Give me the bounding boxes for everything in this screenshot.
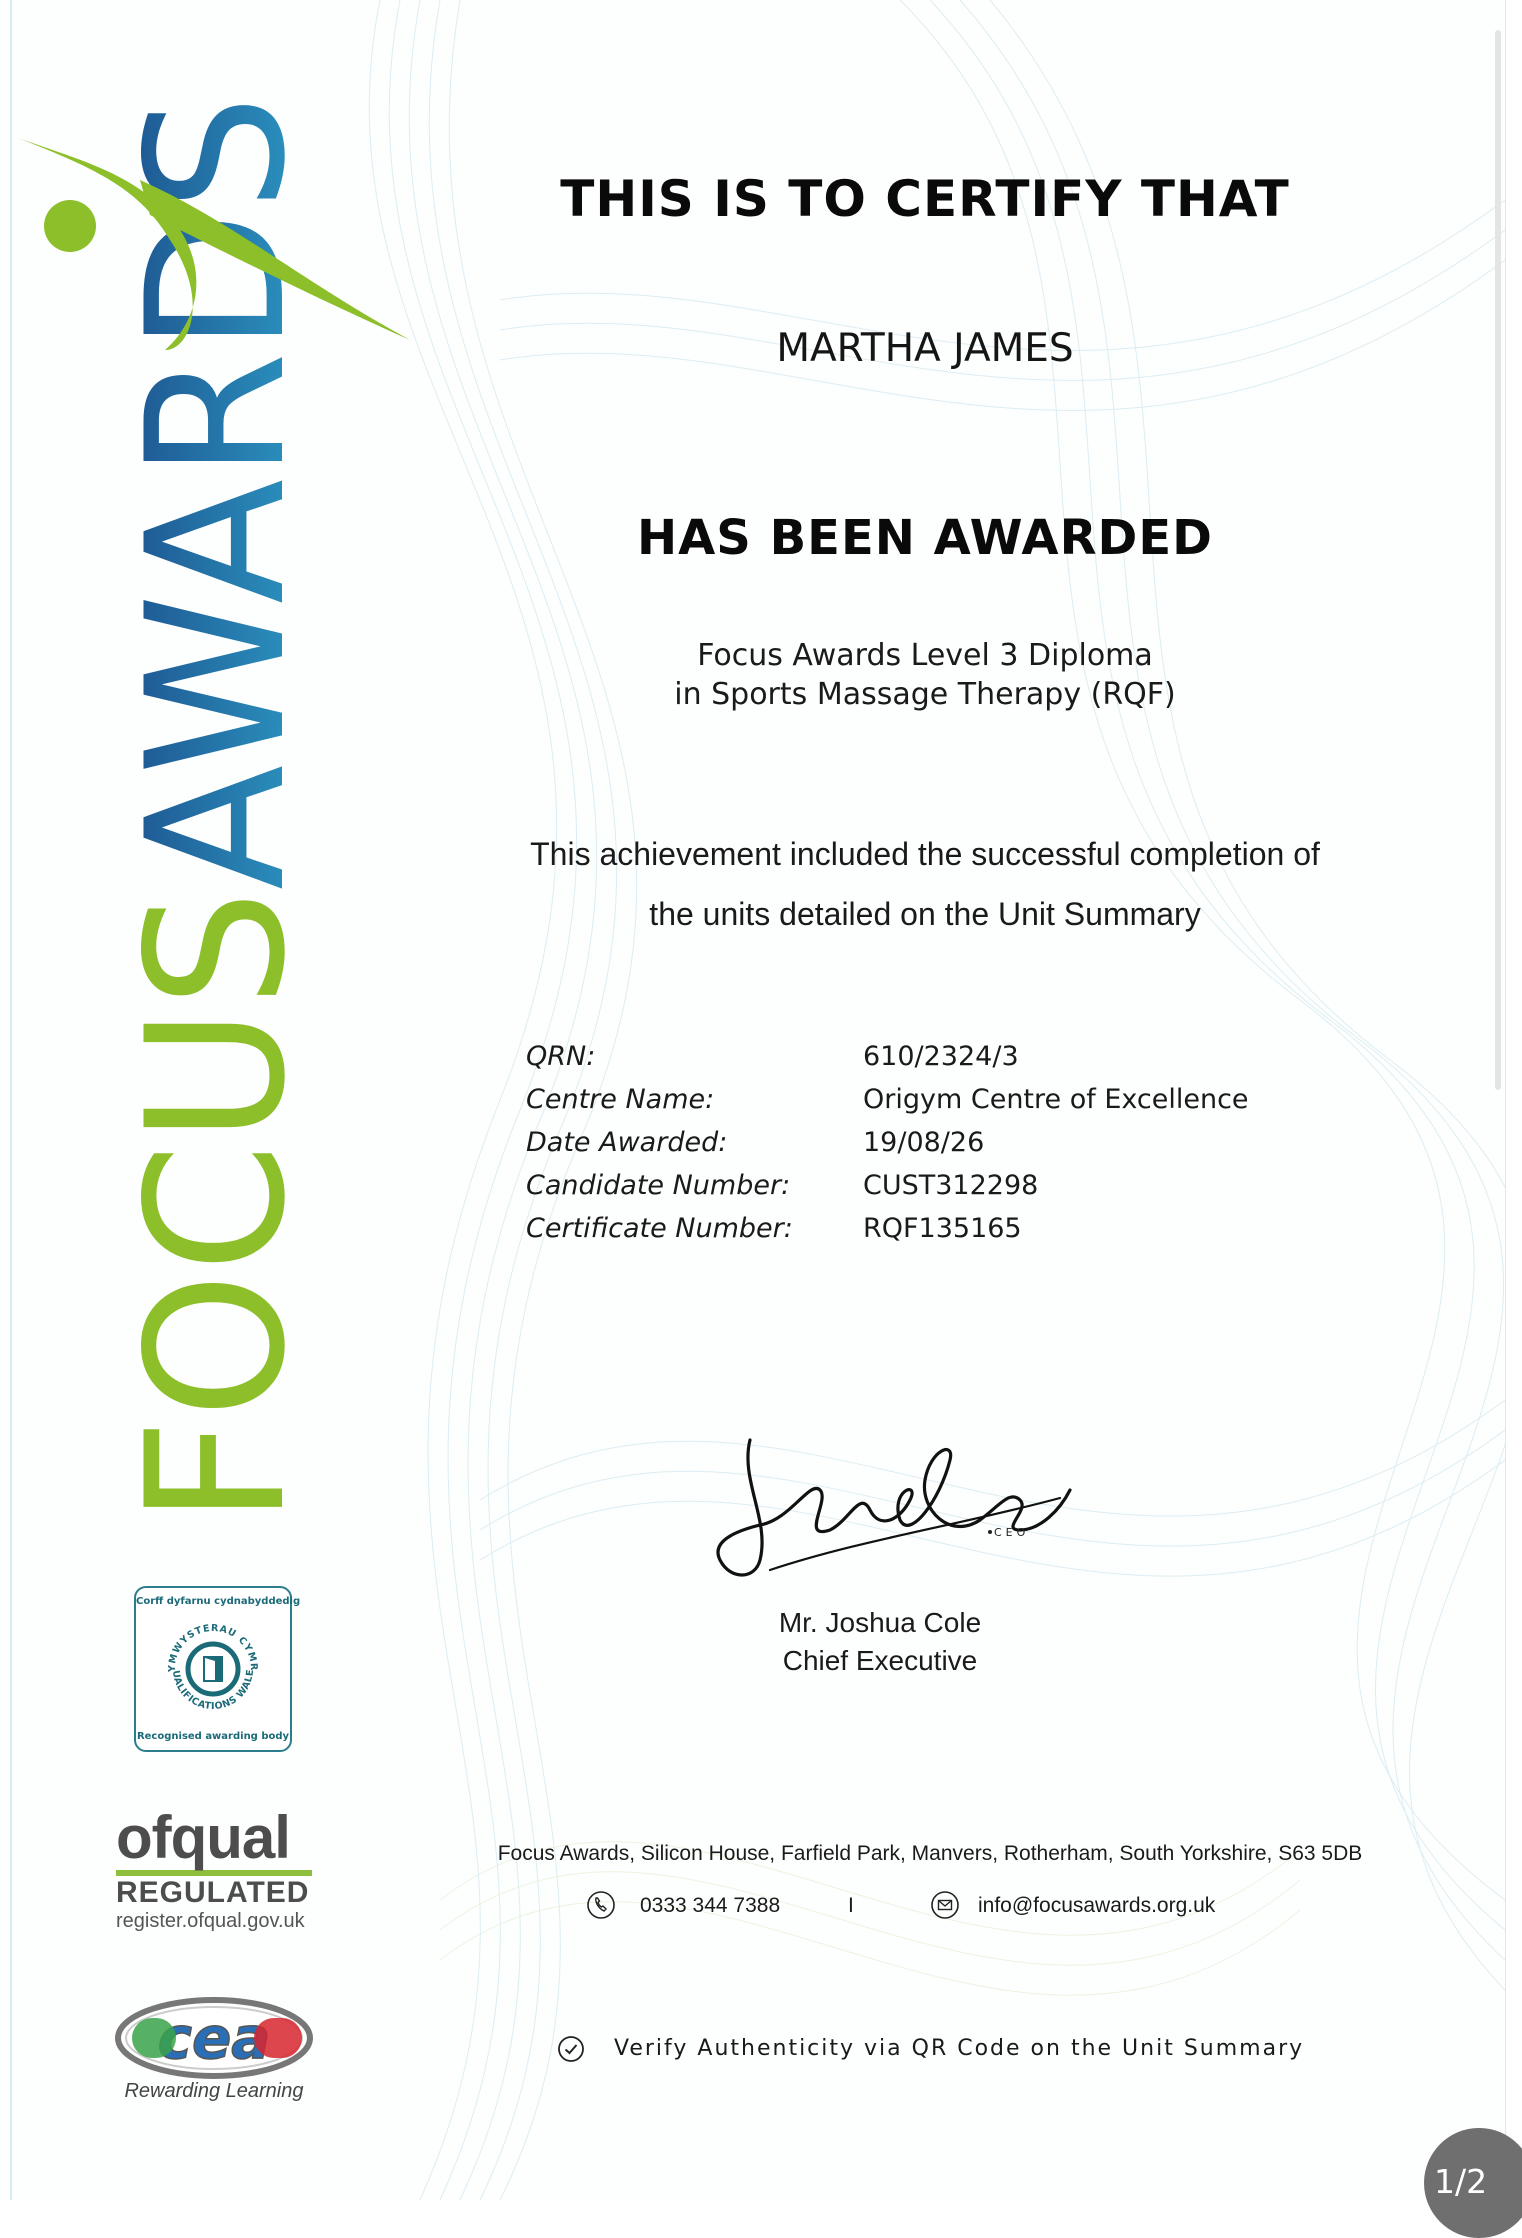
cea-emblem: cea bbox=[115, 1997, 313, 2079]
detail-label: Date Awarded: bbox=[526, 1127, 728, 1158]
signature: Joshua Cole CEO bbox=[716, 1438, 1072, 1577]
footer-address: Focus Awards, Silicon House, Farfield Pa… bbox=[497, 1842, 1363, 1865]
signature-suffix: CEO bbox=[994, 1526, 1029, 1539]
detail-label: QRN: bbox=[526, 1041, 596, 1072]
footer-email[interactable]: info@focusawards.org.uk bbox=[978, 1894, 1215, 1918]
signatory-name: Mr. Joshua Cole bbox=[778, 1607, 982, 1638]
achievement-line-2: the units detailed on the Unit Summary bbox=[649, 896, 1201, 932]
ofqual-logo: ofqual REGULATED register.ofqual.gov.uk bbox=[116, 1808, 326, 1932]
footer-separator: I bbox=[848, 1894, 854, 1917]
heading-awarded: HAS BEEN AWARDED bbox=[636, 510, 1213, 566]
scrollbar-thumb[interactable] bbox=[1495, 30, 1501, 1090]
qw-emblem: CYMWYSTERAU CYMRU QUALIFICATIONS WALES bbox=[158, 1614, 258, 1712]
verify-text: Verify Authenticity via QR Code on the U… bbox=[614, 2036, 1305, 2061]
qualifications-wales-badge: Corff dyfarnu cydnabyddedig CYMWYSTERAU … bbox=[134, 1586, 301, 1752]
ofqual-regulated: REGULATED bbox=[116, 1876, 310, 1909]
detail-label: Centre Name: bbox=[526, 1084, 715, 1115]
qualification-line-2: in Sports Massage Therapy (RQF) bbox=[674, 677, 1176, 712]
achievement-text: This achievement included the successful… bbox=[470, 824, 1380, 944]
ofqual-site: register.ofqual.gov.uk bbox=[116, 1910, 305, 1932]
signatory: Mr. Joshua Cole Chief Executive bbox=[680, 1604, 1080, 1680]
recipient-name: MARTHA JAMES bbox=[776, 326, 1074, 371]
detail-label: Candidate Number: bbox=[526, 1170, 791, 1201]
detail-value: 610/2324/3 bbox=[863, 1041, 1019, 1072]
phone-icon bbox=[587, 1891, 615, 1919]
brand-word-awards: AWARDS bbox=[106, 95, 327, 890]
achievement-line-1: This achievement included the successful… bbox=[530, 836, 1320, 872]
detail-value: CUST312298 bbox=[863, 1170, 1039, 1201]
detail-value: RQF135165 bbox=[863, 1213, 1022, 1244]
certificate-page: FOCUS AWARDS THIS IS TO CERTIFY THAT MAR… bbox=[0, 0, 1506, 2200]
focus-awards-logo: FOCUS AWARDS bbox=[18, 95, 410, 1525]
ofqual-word: ofqual bbox=[116, 1804, 291, 1871]
footer-phone: 0333 344 7388 bbox=[640, 1894, 781, 1917]
brand-figure-head bbox=[44, 200, 96, 252]
signature-script: Joshua Cole bbox=[818, 1507, 880, 1518]
signatory-title: Chief Executive bbox=[782, 1645, 978, 1676]
heading-certify: THIS IS TO CERTIFY THAT bbox=[560, 170, 1290, 228]
detail-value: Origym Centre of Excellence bbox=[863, 1084, 1249, 1115]
cea-tagline: Rewarding Learning bbox=[124, 2080, 304, 2102]
qw-top-text: Corff dyfarnu cydnabyddedig bbox=[136, 1596, 301, 1607]
qw-bottom-text: Recognised awarding body bbox=[136, 1731, 290, 1742]
email-icon bbox=[931, 1891, 959, 1919]
check-circle-icon bbox=[558, 2036, 584, 2062]
page-indicator[interactable]: 1/2 bbox=[1424, 2128, 1522, 2238]
cea-logo: cea Rewarding Learning bbox=[114, 1996, 324, 2106]
detail-value: 19/08/26 bbox=[863, 1127, 985, 1158]
qualification-title: Focus Awards Level 3 Diploma in Sports M… bbox=[470, 636, 1380, 714]
page-indicator-label: 1/2 bbox=[1434, 2162, 1488, 2201]
qualification-line-1: Focus Awards Level 3 Diploma bbox=[697, 638, 1153, 673]
detail-label: Certificate Number: bbox=[526, 1213, 793, 1244]
brand-word-focus: FOCUS bbox=[106, 890, 327, 1525]
